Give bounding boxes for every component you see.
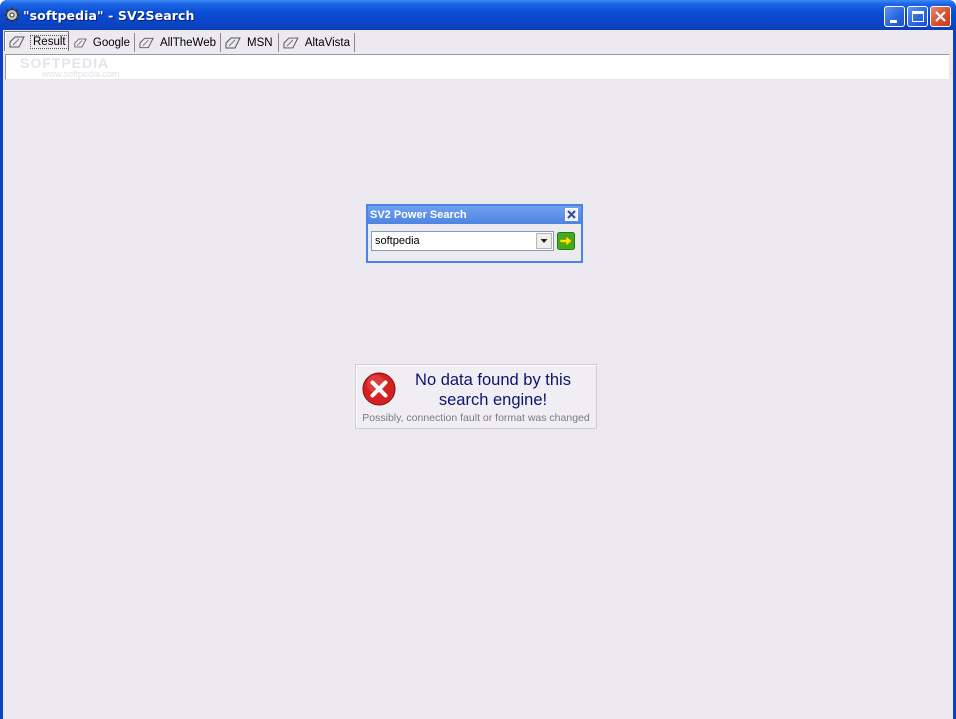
tab-google[interactable]: Google bbox=[70, 33, 135, 52]
title-bar[interactable]: "softpedia" - SV2Search bbox=[0, 0, 956, 30]
power-search-panel: SV2 Power Search softpedia bbox=[366, 204, 583, 263]
close-icon bbox=[935, 11, 946, 22]
app-window: "softpedia" - SV2Search Result Google Al… bbox=[0, 0, 956, 719]
power-search-title: SV2 Power Search bbox=[370, 209, 467, 221]
result-bar: SOFTPEDIA www.softpedia.com bbox=[5, 54, 950, 80]
tag-icon bbox=[9, 36, 25, 47]
power-search-titlebar[interactable]: SV2 Power Search bbox=[368, 206, 581, 224]
tab-result[interactable]: Result bbox=[4, 31, 69, 51]
gear-icon[interactable] bbox=[4, 7, 20, 23]
tag-icon bbox=[225, 37, 241, 48]
tab-alltheweb[interactable]: AllTheWeb bbox=[135, 33, 221, 52]
tag-icon bbox=[74, 38, 87, 47]
watermark-url: www.softpedia.com bbox=[42, 69, 120, 79]
tab-label: Google bbox=[92, 36, 130, 49]
error-message: No data found by this search engine! bbox=[415, 371, 571, 409]
close-button[interactable] bbox=[930, 6, 951, 27]
tag-icon bbox=[283, 37, 299, 48]
arrow-right-icon[interactable] bbox=[557, 232, 575, 250]
tab-altavista[interactable]: AltaVista bbox=[279, 33, 355, 52]
minimize-icon bbox=[890, 20, 897, 23]
chevron-down-icon bbox=[540, 239, 548, 243]
search-query-combobox[interactable]: softpedia bbox=[371, 231, 554, 251]
minimize-button[interactable] bbox=[884, 6, 905, 27]
tab-msn[interactable]: MSN bbox=[221, 33, 279, 52]
tab-label: AltaVista bbox=[304, 36, 350, 49]
error-detail: Possibly, connection fault or format was… bbox=[362, 412, 590, 424]
window-title: "softpedia" - SV2Search bbox=[23, 8, 195, 23]
error-panel: No data found by this search engine! Pos… bbox=[355, 364, 597, 429]
dropdown-button[interactable] bbox=[536, 233, 552, 249]
engine-tabs: Result Google AllTheWeb MSN AltaVista bbox=[3, 30, 953, 52]
tab-label: MSN bbox=[247, 36, 273, 49]
client-area: Result Google AllTheWeb MSN AltaVista SO… bbox=[3, 30, 953, 719]
error-x-icon bbox=[362, 372, 396, 406]
close-icon bbox=[567, 210, 576, 219]
power-search-close-button[interactable] bbox=[565, 208, 578, 221]
tag-icon bbox=[139, 37, 154, 48]
search-query-value: softpedia bbox=[375, 235, 420, 247]
maximize-button[interactable] bbox=[907, 6, 928, 27]
tab-label: AllTheWeb bbox=[159, 36, 216, 49]
maximize-icon bbox=[912, 11, 924, 22]
tab-label: Result bbox=[30, 34, 69, 49]
